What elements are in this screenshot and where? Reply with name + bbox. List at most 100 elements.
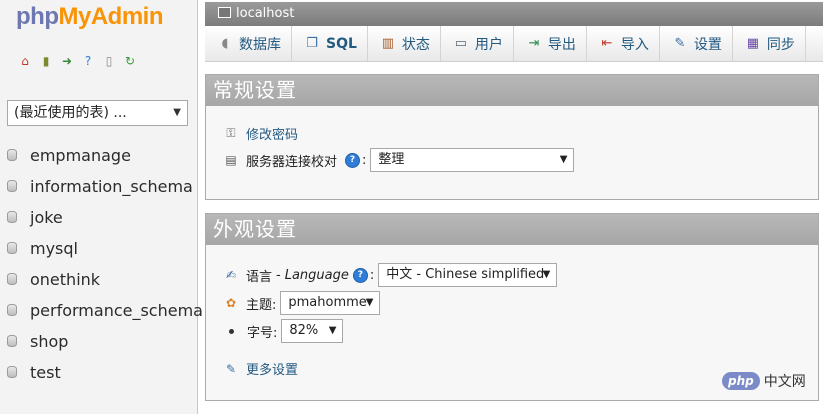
home-icon[interactable]: ⌂ xyxy=(17,53,33,69)
help-icon[interactable]: ? xyxy=(345,152,361,168)
dropdown-arrow-icon: ▼ xyxy=(542,269,551,280)
database-name[interactable]: test xyxy=(30,363,61,382)
database-icon xyxy=(7,273,17,285)
language-value: 中文 - Chinese simplified xyxy=(386,267,545,282)
database-list: empmanage information_schema joke mysql … xyxy=(0,140,203,388)
colon-separator: : xyxy=(362,152,367,168)
tab-sync[interactable]: ▦ 同步 xyxy=(733,26,806,61)
database-icon xyxy=(7,304,17,316)
server-icon xyxy=(218,7,231,18)
help-icon[interactable]: ? xyxy=(80,53,96,69)
database-icon xyxy=(7,366,17,378)
theme-select[interactable]: pmahomme ▼ xyxy=(280,291,381,315)
tab-replication[interactable]: ║复 xyxy=(806,26,823,61)
theme-row: ✿ 主题: pmahomme ▼ xyxy=(223,291,381,315)
change-password-link[interactable]: 修改密码 xyxy=(246,124,298,143)
database-item[interactable]: test xyxy=(0,357,198,388)
tab-status[interactable]: ▥ 状态 xyxy=(368,26,441,61)
quick-links: ⌂ ▮ ➜ ? ▯ ↻ xyxy=(17,53,138,69)
general-settings-panel: 常规设置 ⚿ 修改密码 ▤ 服务器连接校对 ?: 整理 ▼ xyxy=(205,74,819,200)
change-password-row: ⚿ 修改密码 xyxy=(223,124,298,143)
theme-value: pmahomme xyxy=(288,295,367,310)
more-settings-row: ✎ 更多设置 xyxy=(223,359,298,379)
font-size-select[interactable]: 82% ▼ xyxy=(281,319,344,343)
dropdown-arrow-icon: ▼ xyxy=(173,107,181,118)
database-name[interactable]: joke xyxy=(30,208,63,227)
watermark-text: 中文网 xyxy=(763,374,806,390)
database-item[interactable]: mysql xyxy=(0,233,198,264)
database-name[interactable]: mysql xyxy=(30,239,78,258)
database-icon xyxy=(7,335,17,347)
server-breadcrumb: localhost xyxy=(205,2,823,26)
tab-settings[interactable]: ✎ 设置 xyxy=(660,26,733,61)
navigation-sidebar: phpMyAdmin ⌂ ▮ ➜ ? ▯ ↻ (最近使用的表) ... ▼ em… xyxy=(0,0,203,414)
tab-databases[interactable]: ◖ 数据库 xyxy=(205,26,292,61)
settings-wrench-icon: ✎ xyxy=(674,36,686,51)
watermark-logo: php xyxy=(722,372,760,390)
language-label-en: Language xyxy=(284,267,349,283)
phpmyadmin-logo[interactable]: phpMyAdmin xyxy=(16,3,163,35)
recent-tables-value: (最近使用的表) ... xyxy=(14,105,127,121)
replication-icon: ║ xyxy=(818,36,823,52)
top-menu-tabs: ◖数据库 ❐SQL ▥状态 ▭用户 ⇥导出 ⇤导入 ✎设置 ▦同步 ║复 xyxy=(205,26,823,62)
theme-palette-icon: ✿ xyxy=(225,296,237,310)
reload-icon[interactable]: ↻ xyxy=(122,53,138,69)
database-name[interactable]: empmanage xyxy=(30,146,131,165)
theme-label: 主题: xyxy=(246,297,277,313)
collation-value: 整理 xyxy=(378,152,405,167)
database-name[interactable]: shop xyxy=(30,332,68,351)
font-size-label: 字号: xyxy=(247,325,278,341)
language-row: ✍ 语言 - Language ?: 中文 - Chinese simplifi… xyxy=(223,263,558,287)
language-label: 语言 xyxy=(246,269,273,285)
colon-separator: : xyxy=(369,267,375,283)
collation-icon: ▤ xyxy=(225,153,237,167)
exit-icon[interactable]: ▮ xyxy=(38,53,54,69)
database-icon xyxy=(7,149,17,161)
key-icon: ⚿ xyxy=(226,126,236,140)
export-icon: ⇥ xyxy=(528,36,540,51)
collation-label: 服务器连接校对 xyxy=(246,154,338,170)
database-item[interactable]: empmanage xyxy=(0,140,198,171)
tab-users[interactable]: ▭ 用户 xyxy=(441,26,514,61)
users-icon: ▭ xyxy=(454,36,468,51)
tab-export[interactable]: ⇥ 导出 xyxy=(514,26,587,61)
dropdown-arrow-icon: ▼ xyxy=(328,325,337,336)
query-window-icon[interactable]: ➜ xyxy=(59,53,75,69)
sql-icon: ❐ xyxy=(306,36,318,51)
database-icon xyxy=(7,211,17,223)
status-icon: ▥ xyxy=(381,36,395,51)
server-name[interactable]: localhost xyxy=(236,6,294,21)
recent-tables-select[interactable]: (最近使用的表) ... ▼ xyxy=(7,100,188,126)
database-item[interactable]: shop xyxy=(0,326,198,357)
database-icon xyxy=(7,180,17,192)
help-icon[interactable]: ? xyxy=(352,267,368,283)
more-settings-link[interactable]: 更多设置 xyxy=(246,359,298,378)
language-icon: ✍ xyxy=(225,268,237,282)
database-item[interactable]: information_schema xyxy=(0,171,198,202)
database-icon: ◖ xyxy=(221,36,229,51)
documentation-icon[interactable]: ▯ xyxy=(101,53,117,69)
site-watermark: php 中文网 xyxy=(722,371,806,391)
dash-separator: - xyxy=(276,267,281,283)
dropdown-arrow-icon: ▼ xyxy=(365,297,374,308)
database-icon xyxy=(7,242,17,254)
database-name[interactable]: information_schema xyxy=(30,177,193,196)
dropdown-arrow-icon: ▼ xyxy=(559,154,568,165)
database-item[interactable]: performance_schema xyxy=(0,295,203,326)
bullet-icon xyxy=(229,328,234,334)
import-icon: ⇤ xyxy=(601,36,613,51)
panel-title: 外观设置 xyxy=(206,214,818,245)
collation-row: ▤ 服务器连接校对 ?: 整理 ▼ xyxy=(223,148,575,172)
database-name[interactable]: performance_schema xyxy=(30,301,203,320)
tab-import[interactable]: ⇤ 导入 xyxy=(587,26,660,61)
wrench-icon: ✎ xyxy=(225,361,237,376)
database-item[interactable]: joke xyxy=(0,202,198,233)
tab-sql[interactable]: ❐ SQL xyxy=(292,26,368,61)
database-name[interactable]: onethink xyxy=(30,270,100,289)
sync-icon: ▦ xyxy=(746,36,760,51)
font-size-value: 82% xyxy=(289,323,319,338)
database-item[interactable]: onethink xyxy=(0,264,198,295)
language-select[interactable]: 中文 - Chinese simplified ▼ xyxy=(378,263,558,287)
font-size-row: 字号: 82% ▼ xyxy=(223,319,344,343)
collation-select[interactable]: 整理 ▼ xyxy=(370,148,575,172)
